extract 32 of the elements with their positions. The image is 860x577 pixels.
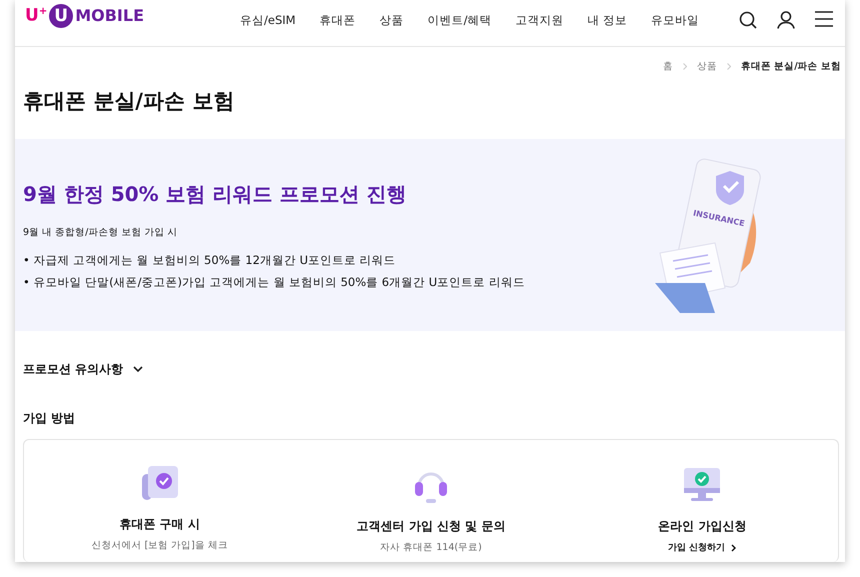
breadcrumb-link[interactable]: 휴대폰 분실/파손 보험 [740, 60, 841, 73]
menu-icon[interactable] [815, 11, 833, 27]
breadcrumb-link[interactable]: 상품 [696, 60, 717, 73]
nav-link[interactable]: 내 정보 [575, 13, 640, 28]
logo[interactable]: U$^{+}$ U MOBILE [25, 4, 144, 28]
nav-link[interactable]: 상품 [368, 13, 416, 28]
promo-bullet: • 자급제 고객에게는 월 보험비의 50%를 12개월간 U포인트로 리워드 [23, 252, 397, 269]
chevron-icon [730, 544, 737, 552]
method-title: 온라인 가입신청 [658, 518, 746, 535]
promo-title: 9월 한정 50% 보험 리워드 프로모션 진행 [23, 181, 408, 208]
method-title: 고객센터 가입 신청 및 문의 [356, 518, 506, 535]
breadcrumb-link[interactable]: 홈 [662, 60, 673, 73]
user-icon[interactable] [777, 11, 795, 29]
document-check-icon [140, 464, 180, 502]
nav-link[interactable]: 고객지원 [503, 13, 576, 28]
page-title: 휴대폰 분실/파손 보험 [23, 88, 236, 115]
nav-link[interactable]: 유심/eSIM [228, 13, 308, 28]
method-description: 자사 휴대폰 114(무료) [380, 541, 482, 554]
chevron-icon [726, 63, 731, 70]
chevron-icon [682, 63, 687, 70]
nav-link[interactable]: 이벤트/혜택 [416, 13, 504, 28]
promo-subtitle: 9월 내 종합형/파손형 보험 가입 시 [23, 226, 178, 239]
promo-bullet: • 유모바일 단말(새폰/중고폰)가입 고객에게는 월 보험비의 50%를 6개월간 U포인트로 리워드 [23, 274, 525, 291]
nav-link[interactable]: 휴대폰 [308, 13, 368, 28]
search-icon[interactable] [739, 11, 757, 29]
method-description: 신청서에서 [보험 가입]을 체크 [91, 539, 228, 552]
nav-link[interactable]: 유모바일 [639, 13, 712, 28]
apply-link[interactable]: 가입 신청하기 [668, 541, 737, 554]
method-title: 휴대폰 구매 시 [119, 516, 200, 533]
chevron-icon[interactable] [133, 366, 144, 373]
section-title: 가입 방법 [23, 410, 76, 427]
notice-toggle[interactable]: 프로모션 유의사항 [23, 361, 124, 378]
